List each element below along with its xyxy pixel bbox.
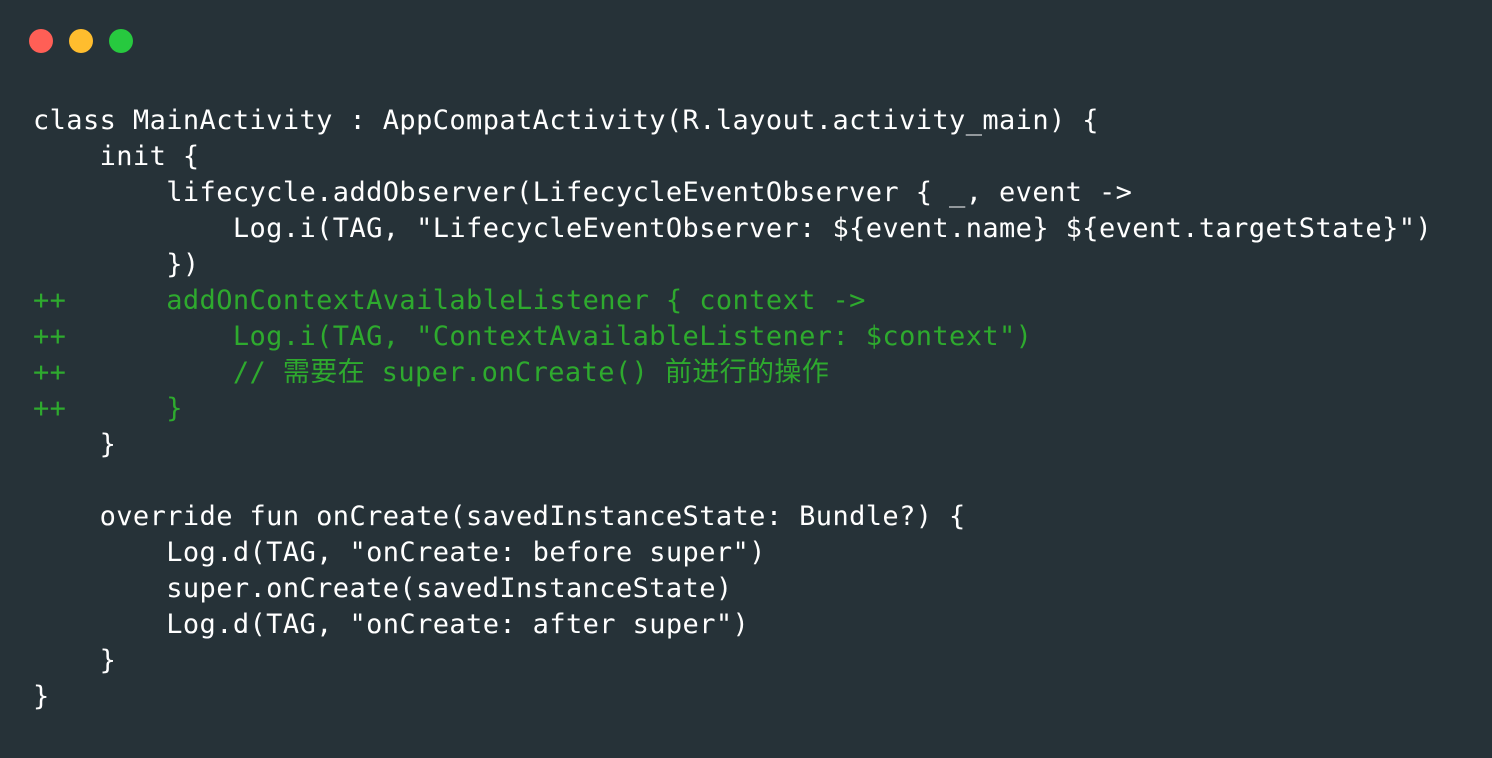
maximize-button[interactable] <box>109 29 133 53</box>
code-line-added: ++ Log.i(TAG, "ContextAvailableListener:… <box>33 321 1033 352</box>
code-line-added: ++ addOnContextAvailableListener { conte… <box>33 285 866 316</box>
code-line: override fun onCreate(savedInstanceState… <box>33 501 966 532</box>
code-line: Log.d(TAG, "onCreate: before super") <box>33 537 766 568</box>
code-line: super.onCreate(savedInstanceState) <box>33 573 733 604</box>
code-window: class MainActivity : AppCompatActivity(R… <box>0 0 1492 758</box>
code-line: } <box>33 429 117 460</box>
code-line: } <box>33 645 117 676</box>
code-line: Log.i(TAG, "LifecycleEventObserver: ${ev… <box>33 213 1433 244</box>
code-line: Log.d(TAG, "onCreate: after super") <box>33 609 750 640</box>
code-line: } <box>33 681 50 712</box>
minimize-button[interactable] <box>69 29 93 53</box>
code-line: init { <box>33 141 200 172</box>
code-line: lifecycle.addObserver(LifecycleEventObse… <box>33 177 1133 208</box>
close-button[interactable] <box>29 29 53 53</box>
code-line-added: ++ } <box>33 393 183 424</box>
code-line: class MainActivity : AppCompatActivity(R… <box>33 105 1099 136</box>
window-controls <box>29 29 133 53</box>
code-block: class MainActivity : AppCompatActivity(R… <box>33 103 1432 715</box>
code-line: }) <box>33 249 200 280</box>
code-line-added: ++ // 需要在 super.onCreate() 前进行的操作 <box>33 357 830 388</box>
